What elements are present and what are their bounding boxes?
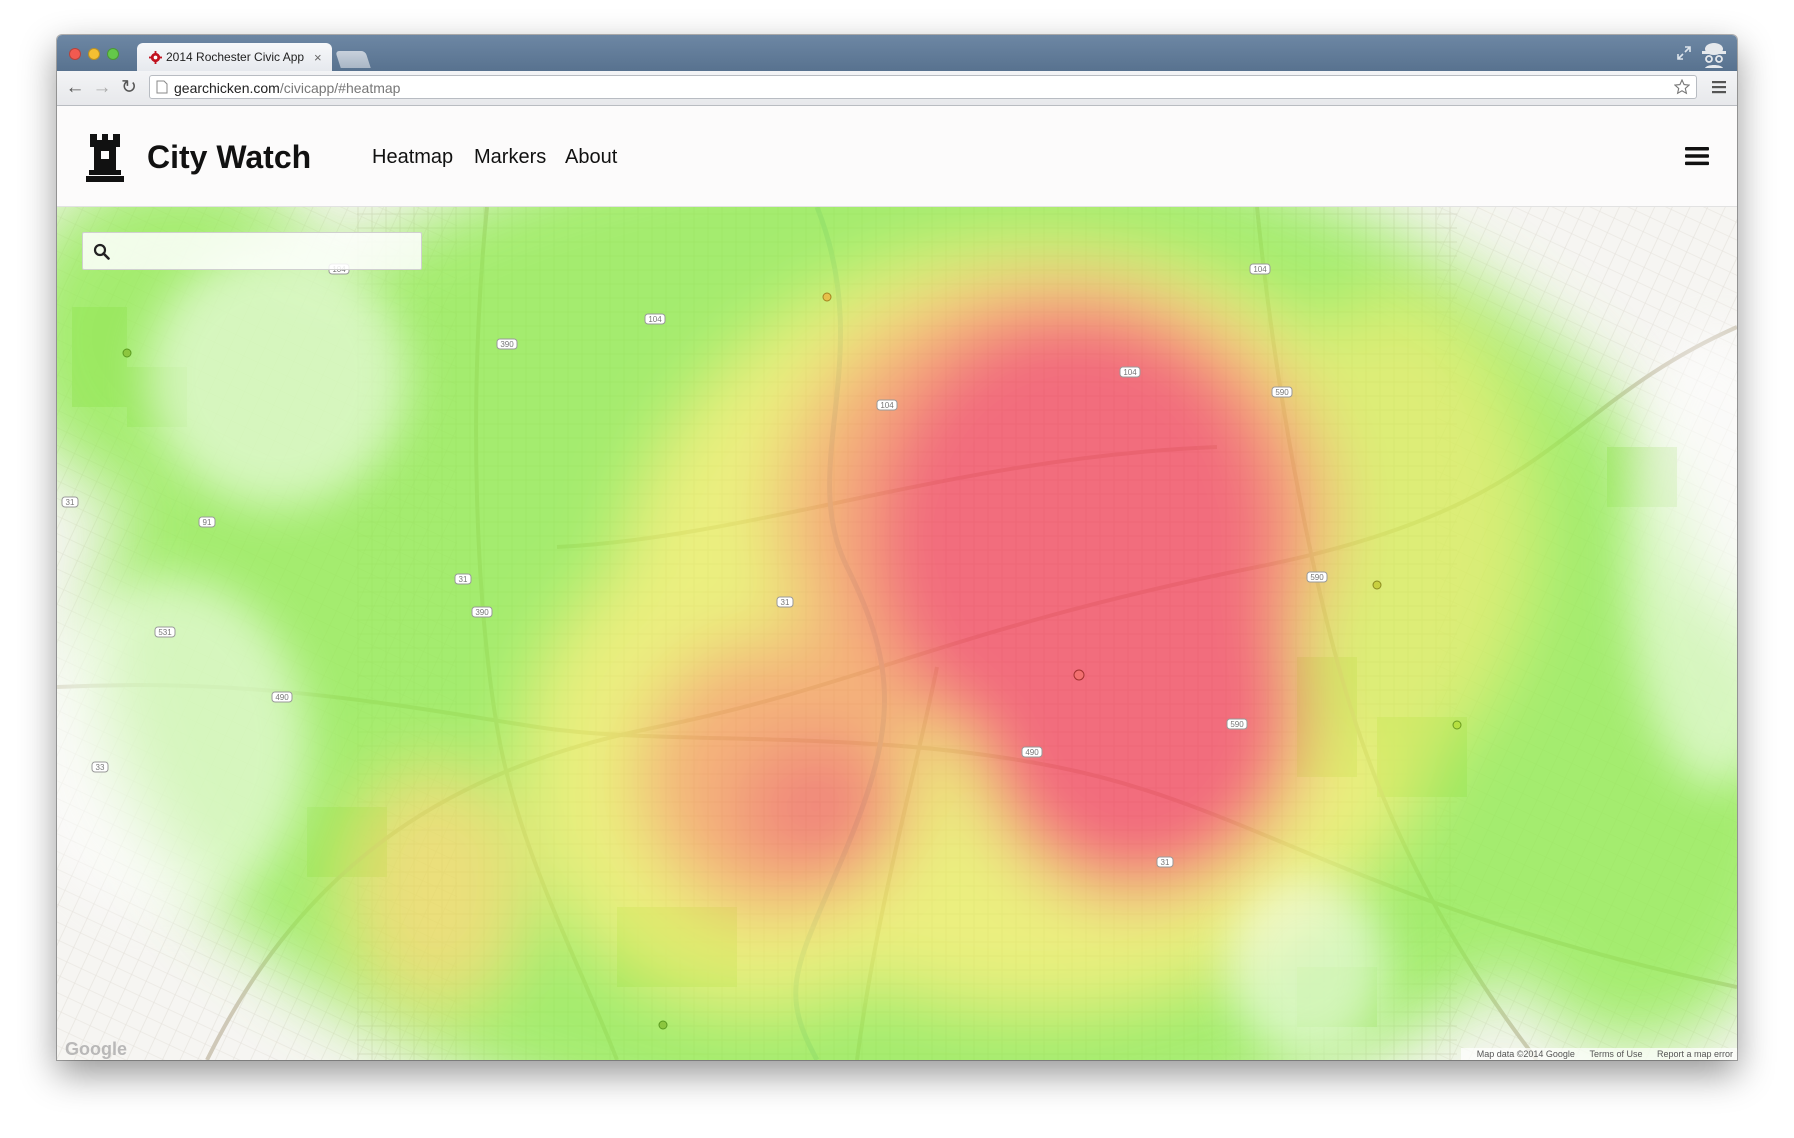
back-button[interactable]: ← — [65, 78, 85, 98]
route-shield: 91 — [203, 518, 212, 527]
gear-favicon-icon — [149, 50, 162, 64]
nav-about-link[interactable]: About — [565, 146, 617, 169]
tab-strip: 2014 Rochester Civic App × — [57, 35, 1737, 71]
page-icon — [156, 80, 168, 94]
zoom-window-button[interactable] — [107, 48, 119, 60]
route-shield: 104 — [880, 401, 894, 410]
url-text: gearchicken.com/civicapp/#heatmap — [174, 80, 400, 96]
brand-title[interactable]: City Watch — [147, 139, 311, 176]
heatmap-map[interactable]: 104 104 104 104 104 390 390 590 590 590 … — [57, 207, 1737, 1060]
bookmark-star-icon[interactable] — [1674, 79, 1690, 95]
incognito-icon — [1702, 43, 1726, 68]
tab-active[interactable]: 2014 Rochester Civic App × — [137, 43, 332, 71]
route-shield: 31 — [781, 598, 790, 607]
terms-of-use-link[interactable]: Terms of Use — [1589, 1049, 1642, 1059]
hamburger-menu-icon[interactable] — [1685, 146, 1709, 166]
report-map-error-link[interactable]: Report a map error — [1657, 1049, 1733, 1059]
route-shield: 104 — [1253, 265, 1267, 274]
search-icon — [93, 243, 110, 260]
route-shield: 33 — [96, 763, 105, 772]
close-window-button[interactable] — [69, 48, 81, 60]
map-attribution: Map data ©2014 Google Terms of Use Repor… — [1460, 1048, 1737, 1060]
route-shield: 590 — [1310, 573, 1324, 582]
route-shield: 590 — [1230, 720, 1244, 729]
browser-window: 2014 Rochester Civic App × ← → ↻ gearchi… — [57, 35, 1737, 1060]
nav-heatmap-link[interactable]: Heatmap — [372, 146, 453, 169]
route-shield: 104 — [1123, 368, 1137, 377]
chrome-menu-icon[interactable] — [1711, 79, 1727, 95]
tab-title: 2014 Rochester Civic App — [166, 50, 305, 64]
forward-button[interactable]: → — [92, 78, 112, 98]
route-shield: 31 — [459, 575, 468, 584]
fullscreen-icon[interactable] — [1675, 44, 1693, 62]
map-data-credit: Map data ©2014 Google — [1476, 1049, 1575, 1059]
route-shield: 590 — [1275, 388, 1289, 397]
route-shield: 531 — [158, 628, 172, 637]
route-shield: 390 — [475, 608, 489, 617]
route-shield: 31 — [66, 498, 75, 507]
castle-tower-logo-icon — [86, 134, 124, 182]
route-shield: 490 — [275, 693, 289, 702]
url-host: gearchicken.com — [174, 80, 280, 96]
url-path: /civicapp/#heatmap — [279, 80, 401, 96]
reload-button[interactable]: ↻ — [119, 78, 139, 98]
route-shield: 390 — [500, 340, 514, 349]
nav-markers-link[interactable]: Markers — [474, 146, 546, 169]
new-tab-button[interactable] — [335, 51, 371, 68]
route-shield: 31 — [1161, 858, 1170, 867]
app-header: City Watch Heatmap Markers About — [57, 106, 1737, 207]
map-base-layer: 104 104 104 104 104 390 390 590 590 590 … — [57, 207, 1737, 1060]
route-shield: 104 — [648, 315, 662, 324]
map-search-input[interactable] — [121, 239, 415, 265]
browser-toolbar: ← → ↻ gearchicken.com/civicapp/#heatmap — [57, 71, 1737, 106]
google-logo[interactable]: Google — [65, 1039, 127, 1060]
address-bar[interactable]: gearchicken.com/civicapp/#heatmap — [149, 75, 1697, 99]
minimize-window-button[interactable] — [88, 48, 100, 60]
map-search-box — [82, 232, 422, 270]
route-shield: 490 — [1025, 748, 1039, 757]
tab-close-icon[interactable]: × — [314, 50, 322, 65]
